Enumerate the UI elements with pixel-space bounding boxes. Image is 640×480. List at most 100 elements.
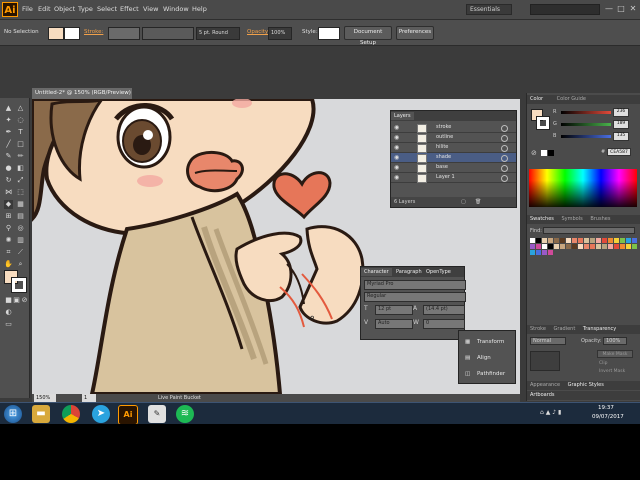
- color-swatch[interactable]: [548, 244, 553, 249]
- color-swatch[interactable]: [602, 238, 607, 243]
- workspace-switcher[interactable]: Essentials: [466, 4, 512, 15]
- layer-row[interactable]: ◉ outline: [391, 133, 516, 143]
- brush-definition-dropdown[interactable]: 5 pt. Round: [196, 27, 240, 40]
- tab-color-guide[interactable]: Color Guide: [557, 96, 586, 102]
- start-button-icon[interactable]: ⊞: [4, 405, 22, 423]
- variable-width-profile[interactable]: [142, 27, 194, 40]
- mesh-tool-icon[interactable]: ⊞: [4, 212, 13, 221]
- tracking-field[interactable]: 0: [423, 319, 465, 329]
- screen-mode-icon[interactable]: ▭: [4, 320, 13, 329]
- blue-value-field[interactable]: 135: [613, 132, 629, 141]
- selection-tool-icon[interactable]: ▲: [4, 104, 13, 113]
- stroke-color-swatch[interactable]: [64, 27, 80, 40]
- layer-target-icon[interactable]: [501, 165, 508, 172]
- tab-layers[interactable]: Layers: [391, 112, 414, 120]
- eraser-tool-icon[interactable]: ◧: [16, 164, 25, 173]
- menu-help[interactable]: Help: [192, 5, 207, 13]
- blend-tool-icon[interactable]: ◎: [16, 224, 25, 233]
- visibility-eye-icon[interactable]: ◉: [394, 134, 401, 141]
- close-button[interactable]: ✕: [628, 3, 638, 15]
- zoom-tool-icon[interactable]: ⌕: [16, 260, 25, 269]
- pathfinder-panel-link[interactable]: Pathfinder: [477, 371, 505, 377]
- hex-value-field[interactable]: CEA587: [607, 148, 631, 156]
- fill-color-swatch[interactable]: [48, 27, 64, 40]
- color-swatch[interactable]: [578, 244, 583, 249]
- layer-row[interactable]: ◉ Layer 1: [391, 173, 516, 183]
- minimize-button[interactable]: —: [604, 3, 614, 15]
- artboard-number-field[interactable]: 1: [82, 394, 96, 402]
- color-swatch[interactable]: [560, 244, 565, 249]
- tab-paragraph[interactable]: Paragraph: [393, 268, 425, 276]
- hand-tool-icon[interactable]: ✋: [4, 260, 13, 269]
- color-swatch[interactable]: [566, 244, 571, 249]
- opacity-field[interactable]: 100%: [268, 27, 292, 40]
- pen-tool-icon[interactable]: ✒: [4, 128, 13, 137]
- color-spectrum[interactable]: [529, 169, 637, 207]
- lasso-tool-icon[interactable]: ◌: [16, 116, 25, 125]
- live-paint-bucket-tool-icon[interactable]: ◆: [4, 200, 13, 209]
- menu-effect[interactable]: Effect: [120, 5, 139, 13]
- color-swatch[interactable]: [554, 244, 559, 249]
- paint-icon[interactable]: ✎: [148, 405, 166, 423]
- color-swatch[interactable]: [614, 244, 619, 249]
- delete-layer-icon[interactable]: 🗑: [475, 197, 481, 207]
- align-panel-link[interactable]: Align: [477, 355, 491, 361]
- layer-row[interactable]: ◉ stroke: [391, 123, 516, 133]
- visibility-eye-icon[interactable]: ◉: [394, 174, 401, 181]
- layer-target-icon[interactable]: [501, 145, 508, 152]
- color-swatch[interactable]: [548, 238, 553, 243]
- color-swatch[interactable]: [608, 244, 613, 249]
- scale-tool-icon[interactable]: ⤢: [16, 176, 25, 185]
- color-swatch[interactable]: [578, 238, 583, 243]
- color-swatch[interactable]: [590, 238, 595, 243]
- layer-target-icon[interactable]: [501, 175, 508, 182]
- new-layer-icon[interactable]: ▢: [461, 197, 466, 207]
- file-explorer-icon[interactable]: ▬: [32, 405, 50, 423]
- telegram-icon[interactable]: ➤: [92, 405, 110, 423]
- visibility-eye-icon[interactable]: ◉: [394, 124, 401, 131]
- help-search-input[interactable]: [530, 4, 600, 15]
- paintbrush-tool-icon[interactable]: ✎: [4, 152, 13, 161]
- align-icon[interactable]: ▤: [465, 355, 470, 361]
- pathfinder-icon[interactable]: ◫: [465, 371, 470, 377]
- eyedropper-tool-icon[interactable]: ⚲: [4, 224, 13, 233]
- tab-appearance[interactable]: Appearance: [530, 382, 560, 388]
- font-size-field[interactable]: 12 pt: [375, 305, 413, 315]
- zoom-level-field[interactable]: 150%: [34, 394, 56, 402]
- width-tool-icon[interactable]: ⋈: [4, 188, 13, 197]
- black-color-chip[interactable]: [548, 150, 554, 156]
- none-mode-icon[interactable]: ⊘: [20, 296, 29, 305]
- color-swatch[interactable]: [584, 238, 589, 243]
- menu-view[interactable]: View: [143, 5, 158, 13]
- color-swatch[interactable]: [542, 238, 547, 243]
- color-swatch[interactable]: [632, 244, 637, 249]
- tab-transparency[interactable]: Transparency: [583, 326, 616, 332]
- invert-mask-checkbox[interactable]: Invert Mask: [599, 369, 625, 374]
- color-swatch[interactable]: [632, 238, 637, 243]
- color-swatch[interactable]: [554, 238, 559, 243]
- blob-brush-tool-icon[interactable]: ●: [4, 164, 13, 173]
- color-swatch[interactable]: [536, 238, 541, 243]
- layer-target-icon[interactable]: [501, 135, 508, 142]
- graph-tool-icon[interactable]: ▥: [16, 236, 25, 245]
- tab-color[interactable]: Color: [530, 96, 543, 102]
- color-swatch[interactable]: [572, 238, 577, 243]
- swatch-find-input[interactable]: [543, 227, 635, 234]
- visibility-eye-icon[interactable]: ◉: [394, 164, 401, 171]
- menu-type[interactable]: Type: [78, 5, 93, 13]
- color-swatch[interactable]: [530, 250, 535, 255]
- color-swatch[interactable]: [596, 244, 601, 249]
- preferences-button[interactable]: Preferences: [396, 26, 434, 40]
- transparency-opacity-field[interactable]: 100%: [603, 337, 627, 345]
- opacity-label[interactable]: Opacity:: [247, 29, 270, 35]
- menu-select[interactable]: Select: [97, 5, 117, 13]
- transform-panel-link[interactable]: Transform: [477, 339, 504, 345]
- layer-target-icon[interactable]: [501, 155, 508, 162]
- color-swatch[interactable]: [584, 244, 589, 249]
- free-transform-tool-icon[interactable]: ⬚: [16, 188, 25, 197]
- none-color-icon[interactable]: ⊘: [531, 149, 537, 157]
- color-stroke-swatch[interactable]: [536, 116, 550, 130]
- color-swatch[interactable]: [530, 244, 535, 249]
- color-swatch[interactable]: [620, 244, 625, 249]
- illustrator-taskbar-icon[interactable]: Ai: [118, 405, 138, 425]
